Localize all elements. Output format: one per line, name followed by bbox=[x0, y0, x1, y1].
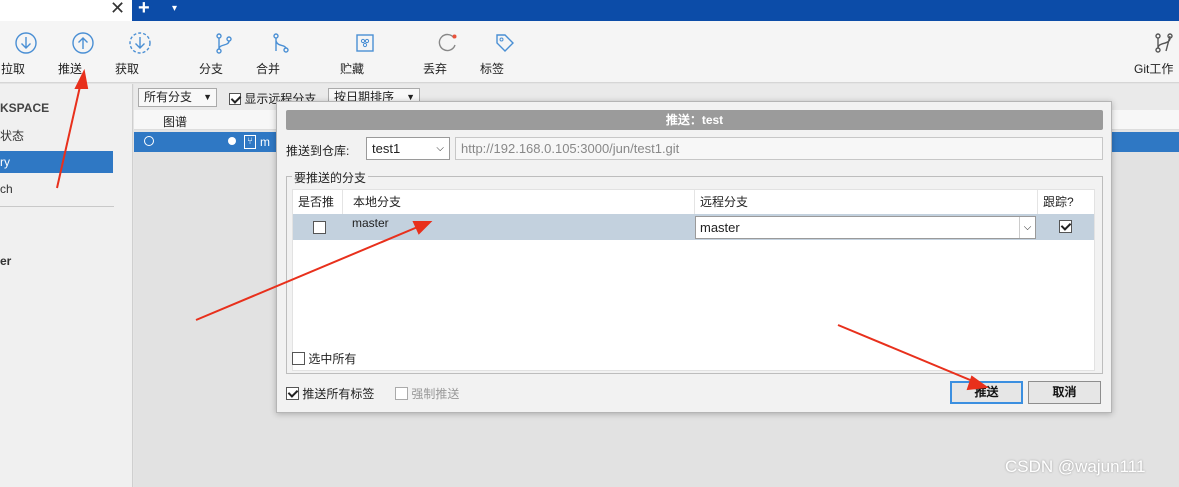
branch-filter-select[interactable]: 所有分支 ▼ bbox=[138, 88, 217, 107]
col-header-push: 是否推 bbox=[293, 190, 343, 214]
discard-icon bbox=[436, 31, 460, 55]
table-row[interactable]: master master ⌵ bbox=[293, 214, 1094, 240]
sidebar-item-search[interactable]: ch bbox=[0, 178, 113, 200]
merge-icon bbox=[269, 31, 293, 55]
select-all-checkbox[interactable] bbox=[292, 352, 305, 365]
sidebar-divider bbox=[0, 206, 114, 207]
cancel-button[interactable]: 取消 bbox=[1028, 381, 1101, 404]
chevron-down-icon: ▼ bbox=[203, 92, 212, 102]
sidebar-item-branches[interactable]: er bbox=[0, 250, 113, 272]
push-row-checkbox[interactable] bbox=[313, 221, 326, 234]
fetch-label: 获取 bbox=[115, 62, 140, 76]
stash-label: 贮藏 bbox=[340, 62, 365, 76]
branch-table: 是否推 本地分支 远程分支 跟踪? master master ⌵ bbox=[292, 189, 1095, 371]
col-header-local: 本地分支 bbox=[343, 190, 695, 214]
tag-button[interactable]: 标签 bbox=[480, 31, 530, 76]
repo-url-field: http://192.168.0.105:3000/jun/test1.git bbox=[455, 137, 1103, 160]
git-flow-label: Git工作 bbox=[1134, 62, 1174, 76]
col-header-track: 跟踪? bbox=[1043, 195, 1074, 209]
graph-header-label: 图谱 bbox=[163, 115, 188, 129]
select-all-label: 选中所有 bbox=[308, 352, 357, 366]
repo-select[interactable]: test1 ⌵ bbox=[366, 137, 450, 160]
close-tab-icon[interactable]: ✕ bbox=[110, 0, 125, 19]
push-to-repo-label: 推送到仓库: bbox=[286, 144, 350, 158]
track-row-checkbox[interactable] bbox=[1059, 220, 1072, 233]
push-all-tags-label: 推送所有标签 bbox=[302, 387, 375, 401]
remote-branch-select[interactable]: master ⌵ bbox=[695, 216, 1036, 239]
tag-label: 标签 bbox=[480, 62, 505, 76]
stash-button[interactable]: 贮藏 bbox=[340, 31, 390, 76]
repo-select-value: test1 bbox=[372, 141, 401, 156]
watermark: CSDN @wajun111 bbox=[1005, 457, 1146, 476]
branch-button[interactable]: 分支 bbox=[199, 31, 249, 76]
sidebar-item-history[interactable]: ry bbox=[0, 151, 113, 173]
tab-bar: ✕ + ▾ bbox=[0, 0, 1179, 21]
pull-label: 拉取 bbox=[1, 62, 26, 76]
remote-branch-value: master bbox=[700, 220, 740, 235]
force-push-label: 强制推送 bbox=[411, 387, 460, 401]
tab-menu-chevron-icon[interactable]: ▾ bbox=[172, 3, 177, 14]
stash-icon bbox=[353, 31, 377, 55]
pull-button[interactable]: 拉取 bbox=[1, 31, 51, 76]
branch-label: 分支 bbox=[199, 62, 224, 76]
push-button[interactable]: 推送 bbox=[58, 31, 108, 76]
show-remote-checkbox[interactable] bbox=[229, 93, 241, 105]
dialog-title: 推送：test bbox=[286, 110, 1103, 130]
push-all-tags-toggle[interactable]: 推送所有标签 bbox=[286, 385, 374, 402]
fetch-button[interactable]: 获取 bbox=[115, 31, 165, 76]
fetch-icon bbox=[128, 31, 152, 55]
discard-label: 丢弃 bbox=[423, 62, 448, 76]
local-branch-name: master bbox=[352, 216, 389, 230]
tab-strip bbox=[132, 0, 1179, 21]
chevron-down-icon: ⌵ bbox=[1019, 217, 1035, 238]
branch-tag-label: m bbox=[260, 135, 270, 149]
git-flow-icon bbox=[1152, 31, 1176, 55]
merge-label: 合并 bbox=[256, 62, 281, 76]
select-all-toggle[interactable]: 选中所有 bbox=[292, 350, 356, 367]
sidebar-item-status[interactable]: 状态 bbox=[0, 125, 113, 147]
head-dot-icon bbox=[228, 137, 236, 145]
git-flow-button[interactable]: Git工作 bbox=[1134, 31, 1179, 76]
pull-icon bbox=[14, 31, 38, 55]
discard-button[interactable]: 丢弃 bbox=[423, 31, 473, 76]
main-toolbar: 拉取 推送 获取 分支 合并 贮藏 丢弃 标签 Git工作 bbox=[0, 21, 1179, 83]
branch-filter-value: 所有分支 bbox=[144, 90, 193, 104]
branch-icon bbox=[212, 31, 236, 55]
new-tab-icon[interactable]: + bbox=[138, 0, 150, 20]
merge-button[interactable]: 合并 bbox=[256, 31, 306, 76]
push-all-tags-checkbox[interactable] bbox=[286, 387, 299, 400]
push-icon bbox=[71, 31, 95, 55]
branch-tag-icon: ⑂ bbox=[244, 135, 256, 149]
force-push-toggle[interactable]: 强制推送 bbox=[395, 385, 459, 402]
commit-node-icon bbox=[144, 136, 154, 146]
tag-icon bbox=[493, 31, 517, 55]
chevron-down-icon: ⌵ bbox=[436, 143, 444, 154]
push-label: 推送 bbox=[58, 62, 83, 76]
col-header-remote: 远程分支 bbox=[695, 190, 1038, 214]
sidebar: KSPACE 状态 ry ch er bbox=[0, 84, 133, 487]
sidebar-workspace-header: KSPACE bbox=[0, 101, 50, 115]
force-push-checkbox[interactable] bbox=[395, 387, 408, 400]
branches-group-label: 要推送的分支 bbox=[292, 169, 369, 186]
push-dialog: 推送：test 推送到仓库: test1 ⌵ http://192.168.0.… bbox=[276, 101, 1112, 413]
push-button[interactable]: 推送 bbox=[950, 381, 1023, 404]
